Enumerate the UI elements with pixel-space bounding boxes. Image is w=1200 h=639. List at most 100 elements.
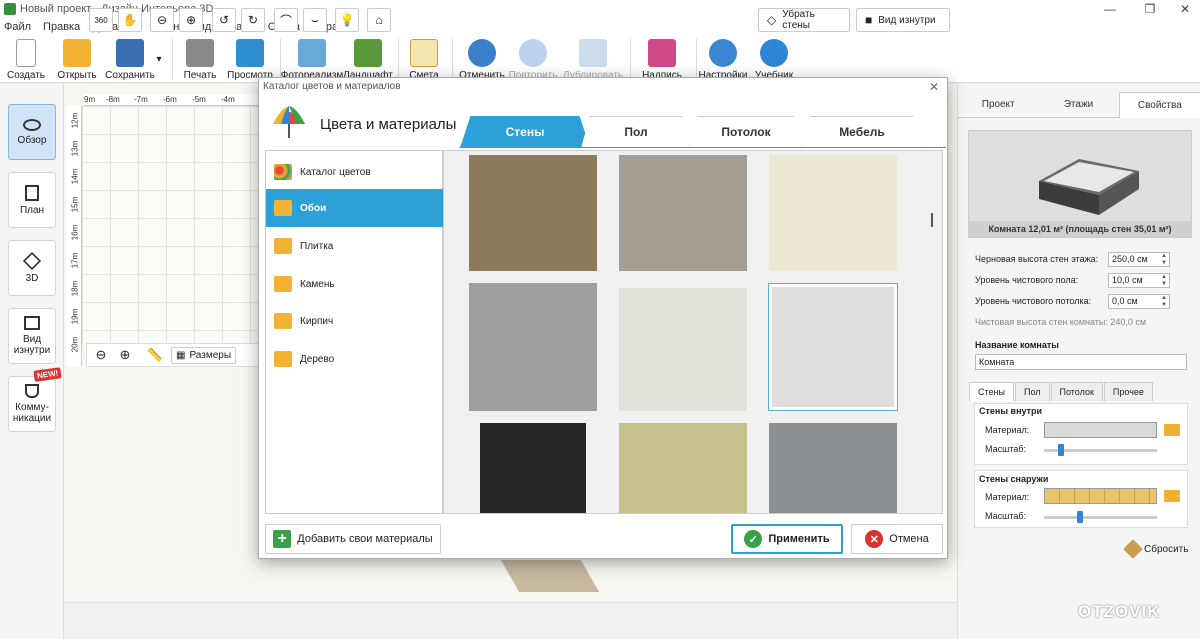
3d-view-button[interactable]: 3D bbox=[8, 240, 56, 296]
question-icon bbox=[760, 39, 788, 67]
material-tile[interactable] bbox=[619, 155, 747, 271]
material-tile[interactable] bbox=[480, 423, 586, 513]
save-dropdown-arrow[interactable]: ▾ bbox=[154, 37, 164, 81]
tutorial-button[interactable]: Учебник bbox=[754, 37, 794, 81]
folder-icon bbox=[274, 238, 292, 254]
home-icon[interactable]: ⌂ bbox=[367, 8, 391, 32]
inside-material-swatch[interactable] bbox=[1044, 422, 1157, 438]
save-button[interactable]: Сохранить bbox=[105, 37, 155, 81]
estimate-button[interactable]: Смета bbox=[404, 37, 444, 81]
rotate-360-icon[interactable]: 360 bbox=[89, 8, 113, 32]
material-tile[interactable] bbox=[768, 283, 898, 411]
material-tile[interactable] bbox=[769, 423, 897, 513]
add-materials-button[interactable]: + Добавить свои материалы bbox=[265, 524, 441, 554]
undo-button[interactable]: Отменить bbox=[459, 37, 505, 81]
overview-button[interactable]: Обзор bbox=[8, 104, 56, 160]
zoom-out-bottom-icon[interactable]: ⊖ bbox=[150, 8, 174, 32]
subtab-floor[interactable]: Пол bbox=[1014, 382, 1050, 401]
category-wood[interactable]: Дерево bbox=[266, 340, 444, 378]
rough-height-input[interactable]: 250,0 см ▲ ▼ bbox=[1108, 252, 1170, 267]
photoreal-button[interactable]: Фотореализм bbox=[281, 37, 343, 81]
light-bulb-icon[interactable]: 💡 bbox=[335, 8, 359, 32]
material-tile[interactable] bbox=[469, 283, 597, 411]
tab-furniture[interactable]: Мебель bbox=[801, 116, 923, 148]
category-tile[interactable]: Плитка bbox=[266, 227, 444, 265]
tilt-down-icon[interactable]: ⌣ bbox=[303, 8, 327, 32]
inside-view-button[interactable]: Вид изнутри bbox=[8, 308, 56, 364]
remove-walls-button[interactable]: ◇ Убрать стены bbox=[758, 8, 850, 32]
room-name-input[interactable]: Комната bbox=[975, 354, 1187, 370]
prop-label-floor-level: Уровень чистового пола: bbox=[975, 275, 1079, 285]
menu-edit[interactable]: Правка bbox=[43, 21, 80, 33]
rotate-right-icon[interactable]: ↻ bbox=[241, 8, 265, 32]
subtab-walls[interactable]: Стены bbox=[969, 382, 1014, 401]
tiles-scrollbar[interactable] bbox=[931, 213, 933, 227]
communications-button[interactable]: Комму- никации bbox=[8, 376, 56, 432]
outside-brick-swatch[interactable] bbox=[1044, 488, 1157, 504]
dimensions-button[interactable]: ▦ Размеры bbox=[171, 346, 237, 364]
tab-properties[interactable]: Свойства bbox=[1118, 92, 1200, 118]
maximize-button[interactable]: ❐ bbox=[1130, 0, 1170, 18]
open-button[interactable]: Открыть bbox=[56, 37, 98, 81]
room-3d-icon bbox=[1039, 159, 1139, 215]
zoom-out-icon[interactable]: ⊖ bbox=[91, 345, 111, 365]
apply-button[interactable]: ✓ Применить bbox=[731, 524, 843, 554]
tab-ceiling[interactable]: Потолок bbox=[689, 116, 803, 148]
spinner-icon[interactable]: ▲ ▼ bbox=[1161, 253, 1167, 267]
category-wallpaper[interactable]: Обои bbox=[266, 189, 444, 227]
walls-inside-title: Стены внутри bbox=[979, 406, 1043, 416]
inside-material-folder-icon[interactable] bbox=[1164, 424, 1180, 436]
minimize-button[interactable]: — bbox=[1090, 0, 1130, 18]
material-tile[interactable] bbox=[619, 288, 747, 411]
duplicate-button[interactable]: Дублировать bbox=[562, 37, 624, 81]
tab-floor[interactable]: Пол bbox=[581, 116, 691, 148]
menu-file[interactable]: Файл bbox=[4, 21, 31, 33]
redo-button[interactable]: Повторить bbox=[508, 37, 558, 81]
reset-button[interactable]: Сбросить bbox=[1123, 539, 1188, 559]
inside-view-bottom-button[interactable]: ■ Вид изнутри bbox=[856, 8, 950, 32]
notepad-icon bbox=[410, 39, 438, 67]
outside-scale-slider[interactable] bbox=[1044, 516, 1157, 519]
subtab-other[interactable]: Прочее bbox=[1103, 382, 1153, 401]
preview-button[interactable]: Просмотр bbox=[227, 37, 273, 81]
dialog-close-icon[interactable]: ✕ bbox=[929, 80, 939, 94]
material-tile[interactable] bbox=[769, 155, 897, 271]
category-brick[interactable]: Кирпич bbox=[266, 302, 444, 340]
outside-scale-thumb[interactable] bbox=[1077, 511, 1084, 523]
tab-floors[interactable]: Этажи bbox=[1038, 92, 1119, 118]
plan-grid[interactable] bbox=[82, 106, 260, 346]
room-preview: Комната 12,01 м² (площадь стен 35,01 м²) bbox=[968, 130, 1192, 238]
tab-walls[interactable]: Стены bbox=[460, 116, 590, 148]
rotate-left-icon[interactable]: ↺ bbox=[212, 8, 236, 32]
print-button[interactable]: Печать bbox=[180, 37, 220, 81]
label-button[interactable]: Надпись bbox=[640, 37, 684, 81]
material-tile[interactable] bbox=[619, 423, 747, 513]
pan-hand-icon[interactable]: ✋ bbox=[118, 8, 142, 32]
close-window-button[interactable]: ✕ bbox=[1165, 0, 1200, 18]
tab-project[interactable]: Проект bbox=[958, 92, 1039, 118]
zoom-in-icon[interactable]: ⊕ bbox=[115, 345, 135, 365]
zoom-in-bottom-icon[interactable]: ⊕ bbox=[179, 8, 203, 32]
cancel-button[interactable]: ✕ Отмена bbox=[851, 524, 943, 554]
spinner-icon[interactable]: ▲ ▼ bbox=[1161, 274, 1167, 288]
new-document-icon bbox=[16, 39, 36, 67]
spinner-icon[interactable]: ▲ ▼ bbox=[1161, 295, 1167, 309]
tree-icon bbox=[354, 39, 382, 67]
create-button[interactable]: Создать bbox=[6, 37, 46, 81]
landscape-button[interactable]: Ландшафт bbox=[343, 37, 393, 81]
category-stone[interactable]: Камень bbox=[266, 265, 444, 303]
subtab-ceiling[interactable]: Потолок bbox=[1050, 382, 1103, 401]
ruler-icon[interactable]: 📏 bbox=[145, 345, 165, 365]
outside-material-folder-icon[interactable] bbox=[1164, 490, 1180, 502]
ceiling-level-input[interactable]: 0,0 см ▲ ▼ bbox=[1108, 294, 1170, 309]
material-tile[interactable] bbox=[469, 155, 597, 271]
inside-material-label: Материал: bbox=[985, 425, 1030, 435]
floor-level-input[interactable]: 10,0 см ▲ ▼ bbox=[1108, 273, 1170, 288]
category-color-catalog[interactable]: Каталог цветов bbox=[266, 153, 444, 191]
inside-scale-thumb[interactable] bbox=[1057, 444, 1064, 456]
material-subtabs: Стены Пол Потолок Прочее bbox=[969, 382, 1154, 401]
settings-button[interactable]: Настройки bbox=[698, 37, 748, 81]
plan-view-button[interactable]: План bbox=[8, 172, 56, 228]
tilt-up-icon[interactable]: ⌒ bbox=[274, 8, 298, 32]
gear-icon bbox=[709, 39, 737, 67]
